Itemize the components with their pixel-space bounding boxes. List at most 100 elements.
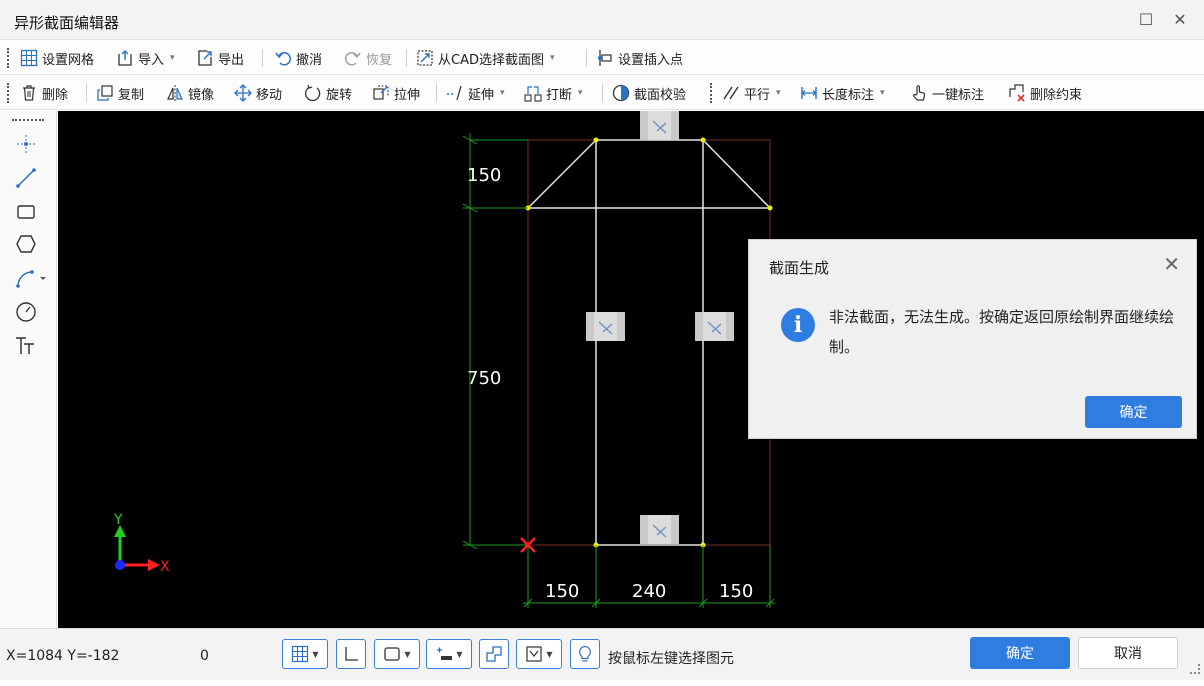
status-hint: 按鼠标左键选择图元 [608,651,734,667]
hand-pointer-icon [910,84,928,102]
rectangle-icon [17,205,35,219]
confirm-button[interactable]: 确定 [970,637,1070,669]
axis-y-label: Y [113,512,123,528]
resize-grip-icon[interactable] [1190,664,1200,674]
constraint-markers [586,111,734,544]
maximize-icon[interactable]: ☐ [1136,10,1156,30]
stretch-button[interactable]: 拉伸 [372,82,420,104]
export-icon [196,49,214,67]
export-button[interactable]: 导出 [196,47,244,69]
rotate-button[interactable]: 旋转 [304,82,352,104]
export-label: 导出 [218,52,245,68]
trash-icon [20,84,38,102]
marker-display-toggle[interactable]: ▼ [516,639,562,669]
section-check-icon [612,84,630,102]
constraint-marker[interactable] [640,111,679,140]
arc-tool[interactable] [13,265,51,291]
constraint-marker[interactable] [695,312,734,341]
chevron-down-icon[interactable]: ▾ [880,88,885,98]
object-snap-toggle[interactable]: ▼ [374,639,420,669]
toolbar-edit: 删除 复制 镜像 移动 旋转 拉伸 延伸 ▾ 打断 ▾ 截面校验 平行 ▾ 长度… [0,76,1204,110]
status-value: 0 [200,648,209,664]
delete-label: 删除 [42,87,69,103]
tips-toggle[interactable] [570,639,600,669]
circle-tool[interactable] [13,299,39,325]
one-click-dim-button[interactable]: 一键标注 [910,82,984,104]
insert-point-icon [596,49,614,67]
select-from-cad-button[interactable]: 从CAD选择截面图 ▾ [416,47,555,69]
mirror-button[interactable]: 镜像 [166,82,214,104]
constraint-display-toggle[interactable] [479,639,509,669]
copy-icon [96,84,114,102]
axis-x-label: X [160,559,170,575]
toolbar-separator [406,49,407,67]
delete-constraint-button[interactable]: 删除约束 [1008,82,1082,104]
import-button[interactable]: 导入 ▾ [116,47,175,69]
toolbar-grip[interactable] [710,83,712,103]
extend-icon [446,84,464,102]
redo-icon [344,49,362,67]
cancel-button[interactable]: 取消 [1078,637,1178,669]
dim-label-mid-height: 750 [467,368,501,389]
chevron-down-icon[interactable]: ▼ [546,650,552,659]
set-insert-point-label: 设置插入点 [618,52,684,68]
grid-icon [20,49,38,67]
set-insert-point-button[interactable]: 设置插入点 [596,47,683,69]
select-from-cad-label: 从CAD选择截面图 [438,52,544,68]
constraint-marker[interactable] [586,312,625,341]
line-icon [16,168,36,188]
parallel-label: 平行 [744,87,771,103]
text-tool[interactable] [13,333,39,359]
drawing-tools-panel [0,111,57,628]
toolbar-top: 设置网格 导入 ▾ 导出 撤消 恢复 从CAD选择截面图 ▾ 设置插入点 [0,41,1204,75]
import-icon [116,49,134,67]
chevron-down-icon[interactable]: ▾ [578,88,583,98]
extend-button[interactable]: 延伸 ▾ [446,82,505,104]
section-outline [527,139,771,546]
point-tool[interactable] [13,131,39,157]
constraint-marker[interactable] [640,515,679,544]
constraint-icon [486,646,502,662]
chevron-down-icon[interactable]: ▼ [404,650,410,659]
chevron-down-icon[interactable]: ▼ [456,650,462,659]
title-bar: 异形截面编辑器 ☐ ✕ [0,0,1204,40]
copy-button[interactable]: 复制 [96,82,144,104]
toolbar-separator [602,84,603,102]
close-icon[interactable]: ✕ [1170,10,1190,30]
dimension-snap-toggle[interactable]: ▼ [426,639,472,669]
delete-button[interactable]: 删除 [20,82,68,104]
undo-button[interactable]: 撤消 [274,47,322,69]
break-icon [524,84,542,102]
rotate-icon [304,84,322,102]
toolbar-grip[interactable] [12,119,44,121]
line-tool[interactable] [13,165,39,191]
toolbar-grip[interactable] [7,83,9,103]
redo-button[interactable]: 恢复 [344,47,392,69]
section-check-label: 截面校验 [634,87,687,103]
chevron-down-icon[interactable]: ▾ [170,53,175,63]
close-icon[interactable]: ✕ [1163,252,1180,276]
length-dimension-icon [800,84,818,102]
stretch-icon [372,84,390,102]
grid-snap-toggle[interactable]: ▼ [282,639,328,669]
delete-constraint-label: 删除约束 [1030,87,1083,103]
polygon-tool[interactable] [13,231,39,257]
dimension-snap-icon [437,647,453,660]
rectangle-tool[interactable] [13,199,39,225]
chevron-down-icon[interactable]: ▾ [500,88,505,98]
axis-indicator: Y X [113,512,170,575]
ortho-toggle[interactable] [336,639,366,669]
chevron-down-icon[interactable]: ▼ [312,650,318,659]
chevron-down-icon[interactable]: ▾ [550,53,555,63]
chevron-down-icon[interactable]: ▾ [776,88,781,98]
parallel-button[interactable]: 平行 ▾ [722,82,781,104]
break-button[interactable]: 打断 ▾ [524,82,583,104]
set-grid-button[interactable]: 设置网格 [20,47,94,69]
move-button[interactable]: 移动 [234,82,282,104]
section-check-button[interactable]: 截面校验 [612,82,686,104]
mirror-icon [166,84,184,102]
copy-label: 复制 [118,87,145,103]
length-dim-button[interactable]: 长度标注 ▾ [800,82,885,104]
dialog-ok-button[interactable]: 确定 [1085,396,1182,428]
toolbar-grip[interactable] [7,48,9,68]
